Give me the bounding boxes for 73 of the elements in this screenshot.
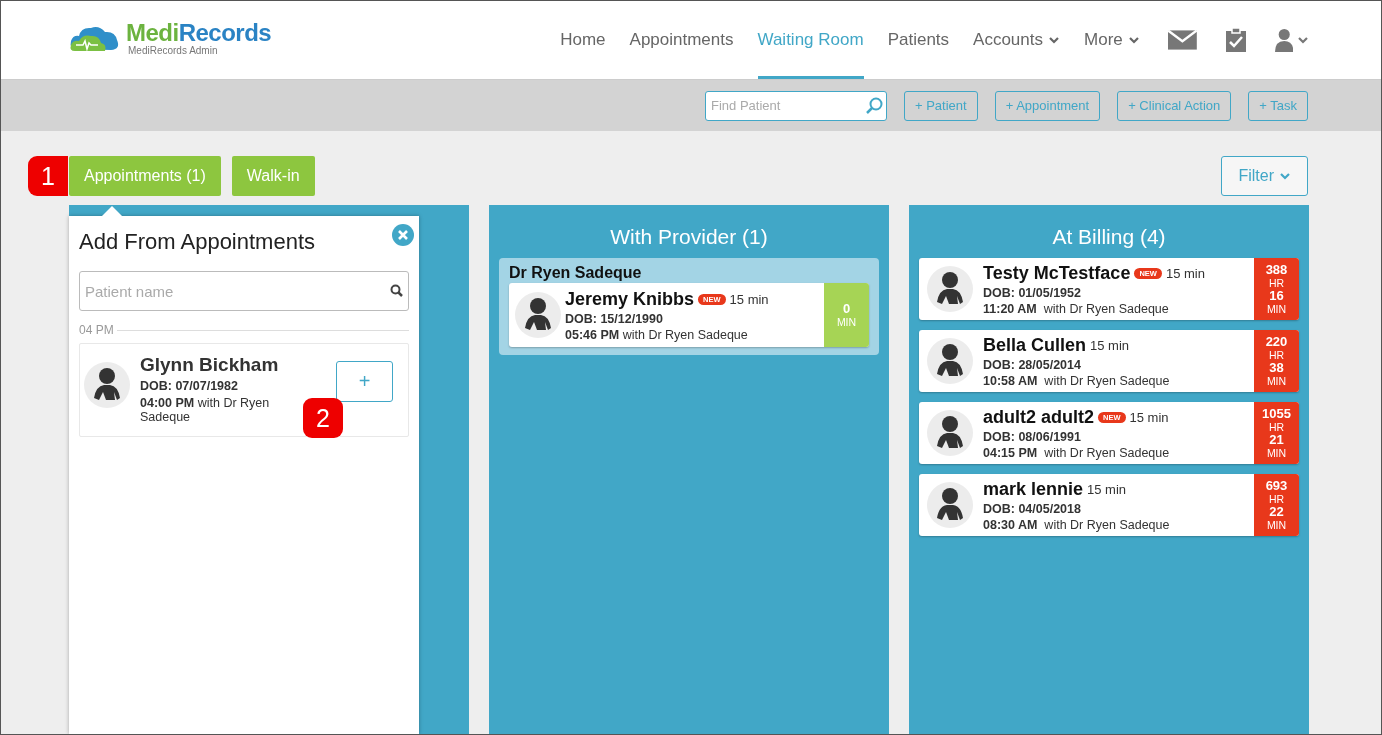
appointment-time-text: 10:58 AM with Dr Ryen Sadeque	[983, 373, 1171, 388]
timer-unit: MIN	[1266, 519, 1287, 531]
timer-value: 388	[1265, 263, 1288, 277]
patient-card[interactable]: mark lennie 15 min DOB: 04/05/2018 08:30 AM with Dr Ryen Sadeque 693 HR 22 MIN	[919, 474, 1299, 536]
provider-name: Dr Ryen Sadeque	[509, 264, 643, 282]
step-badge: 2	[303, 398, 343, 438]
logo-text: MediRecords	[126, 20, 272, 45]
duration-text: 15 min	[1087, 481, 1127, 497]
timer-unit: HR	[1268, 349, 1285, 361]
timer-unit: HR	[1268, 493, 1285, 505]
time-group-label: 04 PM	[79, 323, 114, 337]
patient-name: Jeremy Knibbs	[565, 288, 695, 310]
search-icon	[390, 284, 403, 297]
dob-text: DOB: 08/06/1991	[983, 429, 1082, 444]
timer-unit: HR	[1268, 277, 1285, 289]
duration-text: 15 min	[1165, 265, 1205, 281]
close-icon[interactable]	[392, 224, 414, 246]
duration-text: 15 min	[1090, 337, 1130, 353]
appointment-time-text: 04:15 PM with Dr Ryen Sadeque	[983, 445, 1171, 460]
mail-icon[interactable]	[1167, 28, 1197, 52]
patient-name: Bella Cullen	[983, 334, 1087, 356]
timer-value: 38	[1269, 361, 1284, 375]
avatar-icon	[927, 266, 973, 312]
patient-name: mark lennie	[983, 478, 1084, 500]
patient-name: Glynn Bickham	[140, 354, 280, 376]
logo-subtitle: MediRecords Admin	[128, 44, 219, 56]
dob-text: DOB: 07/07/1982	[140, 379, 239, 393]
column-title: At Billing (4)	[1051, 225, 1167, 249]
avatar-icon	[927, 482, 973, 528]
step-badge: 1	[28, 156, 68, 196]
avatar-icon	[927, 338, 973, 384]
avatar-icon	[84, 362, 130, 408]
column-title: With Provider (1)	[609, 225, 769, 249]
popup-title: Add From Appointments	[79, 229, 315, 255]
timer-unit: MIN	[1266, 303, 1287, 315]
clipboard-check-icon[interactable]	[1224, 28, 1247, 52]
nav-link[interactable]: Home	[560, 1, 606, 79]
timer-value: 220	[1265, 335, 1288, 349]
dob-text: DOB: 15/12/1990	[565, 311, 664, 326]
search-icon	[866, 96, 883, 114]
avatar-icon	[515, 292, 561, 338]
timer-unit: MIN	[1266, 375, 1287, 387]
duration-text: 15 min	[729, 291, 769, 307]
dob-text: DOB: 01/05/1952	[983, 285, 1082, 300]
appointment-time-text: 11:20 AM with Dr Ryen Sadeque	[983, 301, 1170, 316]
timer-unit: MIN	[836, 316, 857, 328]
patient-name: Testy McTestface	[983, 262, 1131, 284]
patient-name-field[interactable]: Patient name	[79, 271, 409, 311]
patient-search-field[interactable]: Find Patient	[705, 90, 887, 121]
duration-text: 15 min	[1129, 409, 1169, 425]
nav-link[interactable]: More	[1084, 1, 1140, 79]
timer-value: 16	[1269, 289, 1284, 303]
user-icon[interactable]	[1274, 28, 1293, 52]
timer-value: 693	[1265, 479, 1288, 493]
dob-text: DOB: 28/05/2014	[983, 357, 1082, 372]
timer-value: 21	[1269, 433, 1284, 447]
nav-link[interactable]: Patients	[887, 1, 950, 79]
patient-card[interactable]: Bella Cullen 15 min DOB: 28/05/2014 10:58 AM with Dr Ryen Sadeque 220 HR 38 MIN	[919, 330, 1299, 392]
appointment-time-text: 04:00 PM with Dr Ryen Sadeque	[140, 396, 271, 424]
timer-value: 22	[1269, 505, 1284, 519]
chevron-down-icon[interactable]	[1297, 35, 1309, 45]
nav-link[interactable]: Appointments	[629, 1, 734, 79]
chevron-down-icon	[1279, 171, 1291, 181]
patient-name: adult2 adult2	[983, 406, 1094, 428]
timer-value: 1055	[1262, 407, 1291, 421]
dob-text: DOB: 04/05/2018	[983, 501, 1082, 516]
timer-unit: HR	[1268, 421, 1285, 433]
nav-link[interactable]: Accounts	[973, 1, 1060, 79]
timer-value: 0	[842, 302, 851, 316]
appointment-time-text: 05:46 PM with Dr Ryen Sadeque	[565, 327, 749, 342]
appointment-time-text: 08:30 AM with Dr Ryen Sadeque	[983, 517, 1171, 532]
avatar-icon	[927, 410, 973, 456]
timer-unit: MIN	[1266, 447, 1287, 459]
